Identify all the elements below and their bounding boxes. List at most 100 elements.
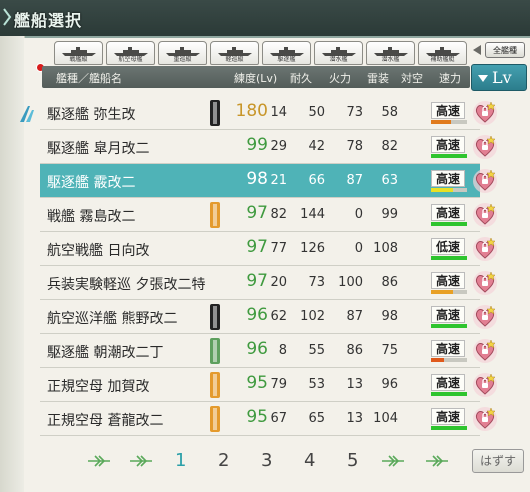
- ship-row[interactable]: 正規空母 蒼龍改二 95 67 65 13 104 高速: [40, 402, 497, 436]
- chevron-right-icon: [3, 8, 12, 26]
- page-number[interactable]: 4: [304, 450, 315, 471]
- morale-bar-fill: [431, 120, 451, 124]
- heart-lock-icon[interactable]: [472, 304, 498, 330]
- ship-name: 航空戦艦 日向改: [47, 243, 150, 259]
- last-page-icon[interactable]: [424, 454, 450, 468]
- heart-lock-icon[interactable]: [472, 406, 498, 432]
- morale-bar: [431, 154, 467, 158]
- speed-label: 高速: [431, 136, 465, 153]
- ship-name: 兵装実験軽巡 夕張改二特: [47, 277, 206, 293]
- filter-tab-label: 潜水艦: [329, 56, 348, 63]
- page-number[interactable]: 5: [347, 450, 358, 471]
- heart-lock-icon[interactable]: [472, 134, 498, 160]
- filter-tab[interactable]: 戦艦級: [54, 41, 103, 65]
- fleet-tag-icon: [210, 338, 220, 364]
- ship-row[interactable]: 航空巡洋艦 熊野改二 96 62 102 87 98 高速: [40, 300, 497, 334]
- speed-label: 高速: [431, 340, 465, 357]
- ship-silhouette-icon: [62, 47, 96, 56]
- morale-bar: [431, 222, 467, 226]
- filter-tab[interactable]: 潜水艦: [314, 41, 363, 65]
- ship-name: 駆逐艦 朝潮改二丁: [47, 345, 164, 361]
- stat-aa: 104: [373, 411, 398, 426]
- filter-tab[interactable]: 軽巡級: [210, 41, 259, 65]
- morale-bar: [431, 290, 467, 294]
- stat-tp: 86: [346, 343, 363, 358]
- window-title: 艦船選択: [14, 11, 83, 30]
- stat-tp: 13: [346, 377, 363, 392]
- filter-tab[interactable]: 重巡級: [158, 41, 207, 65]
- stat-tp: 0: [354, 207, 363, 222]
- stat-fp: 65: [308, 411, 325, 426]
- filter-tab[interactable]: 航空母艦: [106, 41, 155, 65]
- stat-aa: 86: [381, 275, 398, 290]
- filter-tab[interactable]: 補助艦艇: [418, 41, 467, 65]
- ship-silhouette-icon: [374, 47, 408, 56]
- stat-hp: 67: [270, 411, 287, 426]
- header-level: 練度(Lv): [234, 72, 278, 85]
- ship-name: 正規空母 蒼龍改二: [47, 413, 164, 429]
- stat-hp: 79: [270, 377, 287, 392]
- morale-bar-fill: [431, 256, 467, 260]
- heart-lock-icon[interactable]: [472, 202, 498, 228]
- stat-aa: 58: [381, 105, 398, 120]
- ship-row[interactable]: 駆逐艦 朝潮改二丁 96 8 55 86 75 高速: [40, 334, 497, 368]
- prev-page-icon[interactable]: [128, 454, 154, 468]
- stat-hp: 82: [270, 207, 287, 222]
- sort-label: Lv: [492, 68, 512, 87]
- ship-row[interactable]: 航空戦艦 日向改 97 77 126 0 108 低速: [40, 232, 497, 266]
- morale-bar-fill: [431, 222, 467, 226]
- ship-row[interactable]: 正規空母 加賀改 95 79 53 13 96 高速: [40, 368, 497, 402]
- ship-row[interactable]: 駆逐艦 皐月改二 99 29 42 78 82 高速: [40, 130, 497, 164]
- stat-fp: 144: [300, 207, 325, 222]
- page-number[interactable]: 3: [261, 450, 272, 471]
- stat-hp: 77: [270, 241, 287, 256]
- heart-lock-icon[interactable]: [472, 372, 498, 398]
- filter-tab[interactable]: 駆逐艦: [262, 41, 311, 65]
- morale-bar-fill: [431, 426, 467, 430]
- ship-row[interactable]: 兵装実験軽巡 夕張改二特 97 20 73 100 86 高速: [40, 266, 497, 300]
- stat-hp: 62: [270, 309, 287, 324]
- first-page-icon[interactable]: [86, 454, 112, 468]
- ship-name: 航空巡洋艦 熊野改二: [47, 311, 178, 327]
- remove-button[interactable]: はずす: [472, 449, 524, 473]
- sort-dropdown[interactable]: Lv: [471, 64, 527, 91]
- filter-tab-label: 軽巡級: [225, 56, 244, 63]
- ship-row[interactable]: 戦艦 霧島改二 97 82 144 0 99 高速: [40, 198, 497, 232]
- stat-aa: 75: [381, 343, 398, 358]
- stat-tp: 87: [346, 309, 363, 324]
- heart-lock-icon[interactable]: [472, 168, 498, 194]
- all-types-button[interactable]: 全艦種: [485, 42, 525, 58]
- stat-aa: 96: [381, 377, 398, 392]
- filter-tab-label: 戦艦級: [69, 56, 88, 63]
- ship-row[interactable]: 駆逐艦 弥生改 180 14 50 73 58 高速: [40, 96, 497, 130]
- speed-label: 高速: [431, 272, 465, 289]
- speed-label: 高速: [431, 204, 465, 221]
- header-speed: 速力: [439, 72, 461, 85]
- title-bar: 艦船選択: [0, 0, 530, 38]
- ship-silhouette-icon: [166, 47, 200, 56]
- flagship-icon: [20, 106, 34, 122]
- ship-row[interactable]: 駆逐艦 霰改二 98 21 66 87 63 高速: [40, 164, 497, 198]
- heart-lock-icon[interactable]: [472, 100, 498, 126]
- stat-fp: 50: [308, 105, 325, 120]
- heart-lock-icon[interactable]: [472, 270, 498, 296]
- stat-hp: 21: [270, 173, 287, 188]
- stat-fp: 55: [308, 343, 325, 358]
- stat-aa: 108: [373, 241, 398, 256]
- morale-bar: [431, 392, 467, 396]
- page-number[interactable]: 2: [218, 450, 229, 471]
- stat-fp: 42: [308, 139, 325, 154]
- stat-hp: 29: [270, 139, 287, 154]
- ship-silhouette-icon: [218, 47, 252, 56]
- next-page-icon[interactable]: [380, 454, 406, 468]
- page-number[interactable]: 1: [175, 450, 186, 471]
- filter-tab-label: 潜水艦: [381, 56, 400, 63]
- fleet-tag-icon: [210, 202, 220, 228]
- speed-label: 低速: [431, 238, 465, 255]
- morale-bar-fill: [431, 392, 467, 396]
- filter-tab[interactable]: 潜水艦: [366, 41, 415, 65]
- heart-lock-icon[interactable]: [472, 338, 498, 364]
- heart-lock-icon[interactable]: [472, 236, 498, 262]
- header-hp: 耐久: [290, 72, 312, 85]
- ship-name: 駆逐艦 弥生改: [47, 107, 136, 123]
